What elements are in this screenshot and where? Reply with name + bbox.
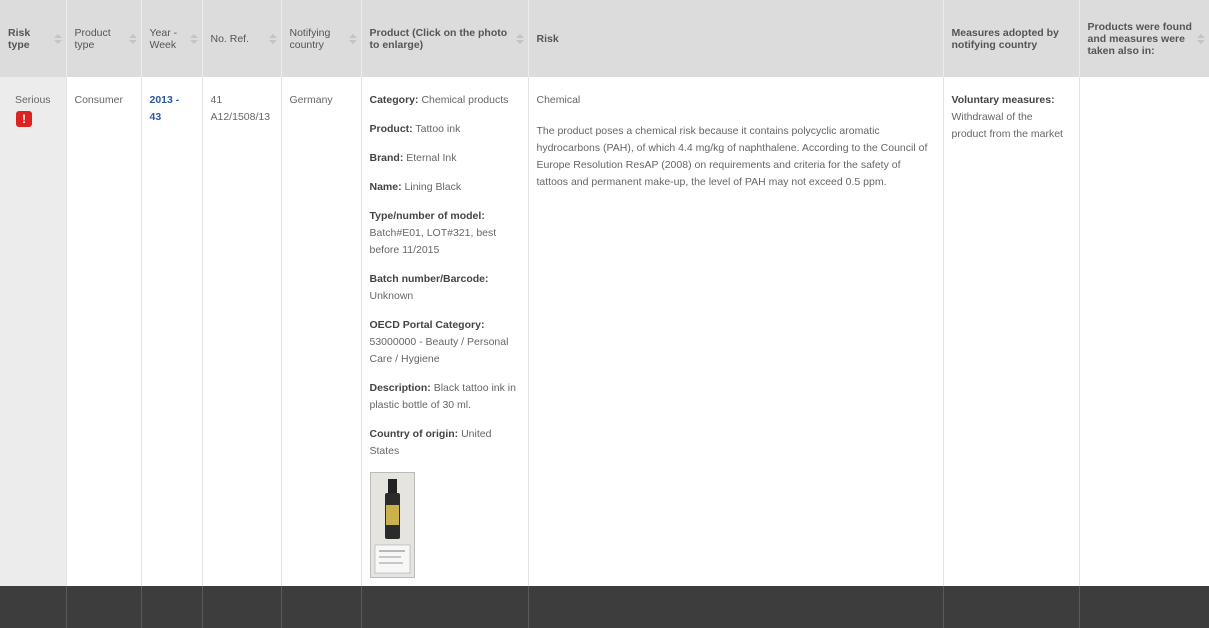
col-measures-header[interactable]: Measures adopted by notifying country	[943, 0, 1080, 77]
product-fields: Category: Chemical products Product: Tatt…	[370, 92, 520, 460]
product-field-label: Country of origin:	[369, 428, 459, 440]
cell-risk-type: Serious !	[0, 77, 67, 586]
product-field-value: Eternal Ink	[406, 152, 457, 164]
col-notifying-country-header[interactable]: Notifying country	[281, 0, 362, 77]
product-field-value: Lining Black	[404, 181, 462, 193]
ref-number: 41	[210, 94, 223, 106]
col-also-in-header[interactable]: Products were found and measures were ta…	[1079, 0, 1209, 77]
product-field-label: Brand:	[369, 152, 404, 164]
cell-notifying-country: Germany	[281, 77, 362, 586]
footer-cell	[361, 586, 529, 628]
footer-cell	[141, 586, 203, 628]
notifying-country-text: Germany	[289, 94, 333, 106]
product-field: Batch number/Barcode: Unknown	[370, 271, 520, 305]
footer-cell	[943, 586, 1080, 628]
product-field-label: Category:	[369, 94, 419, 106]
product-field-value: Chemical products	[421, 94, 509, 106]
year-week-link[interactable]: 2013 - 43	[150, 94, 180, 123]
product-field-value: Unknown	[369, 290, 414, 302]
cell-year-week: 2013 - 43	[141, 77, 203, 586]
measures-label: Voluntary measures:	[951, 94, 1055, 106]
col-product-type-header[interactable]: Product type	[66, 0, 142, 77]
risk-description: The product poses a chemical risk becaus…	[536, 125, 928, 188]
product-photo[interactable]	[369, 472, 415, 578]
footer-cell	[528, 586, 944, 628]
cell-also-in	[1079, 77, 1209, 586]
sort-icon[interactable]	[1196, 33, 1205, 44]
product-field: OECD Portal Category: 53000000 - Beauty …	[370, 317, 520, 368]
cell-risk: Chemical The product poses a chemical ri…	[528, 77, 944, 586]
cell-product-type: Consumer	[66, 77, 142, 586]
header-label: Year - Week	[149, 26, 178, 51]
header-label: Product (Click on the photo to enlarge)	[369, 26, 508, 51]
product-field: Category: Chemical products	[370, 92, 520, 109]
cell-measures: Voluntary measures: Withdrawal of the pr…	[943, 77, 1080, 586]
footer-cell	[0, 586, 67, 628]
sort-icon[interactable]	[268, 33, 277, 44]
footer-cell	[66, 586, 142, 628]
product-field-label: Description:	[369, 382, 431, 394]
product-field: Type/number of model: Batch#E01, LOT#321…	[370, 208, 520, 259]
rapex-table: Risk type Product type Year - Week No. R…	[0, 0, 1209, 628]
risk-type-text: Serious	[14, 94, 51, 106]
sort-icon[interactable]	[189, 33, 198, 44]
header-label: Notifying country	[289, 26, 331, 51]
product-field: Country of origin: United States	[370, 426, 520, 460]
product-field-value: 53000000 - Beauty / Personal Care / Hygi…	[369, 336, 509, 365]
col-risk-type-header[interactable]: Risk type	[0, 0, 67, 77]
footer-cell	[1079, 586, 1209, 628]
sort-icon[interactable]	[515, 33, 524, 44]
col-risk-header[interactable]: Risk	[528, 0, 944, 77]
sort-icon[interactable]	[53, 33, 62, 44]
table-footer-bar	[0, 586, 1209, 628]
product-field-label: Product:	[369, 123, 413, 135]
col-product-header[interactable]: Product (Click on the photo to enlarge)	[361, 0, 529, 77]
product-field: Description: Black tattoo ink in plastic…	[370, 380, 520, 414]
tattoo-ink-bottle-image	[370, 473, 414, 577]
cell-no-ref: 41 A12/1508/13	[202, 77, 282, 586]
product-field-value: Batch#E01, LOT#321, best before 11/2015	[369, 227, 497, 256]
table-row: Serious ! Consumer 2013 - 43 41 A12/1508…	[0, 77, 1209, 586]
product-field-label: Batch number/Barcode:	[369, 273, 489, 285]
ref-code: A12/1508/13	[210, 111, 271, 123]
header-row: Risk type Product type Year - Week No. R…	[0, 0, 1209, 77]
footer-cell	[281, 586, 362, 628]
header-label: Risk	[536, 32, 559, 45]
measures-text: Withdrawal of the product from the marke…	[951, 111, 1063, 140]
product-field-label: Type/number of model:	[369, 210, 485, 222]
product-field: Product: Tattoo ink	[370, 121, 520, 138]
header-label: Product type	[74, 26, 111, 51]
product-field-value: Tattoo ink	[415, 123, 461, 135]
product-field-label: Name:	[369, 181, 402, 193]
product-type-text: Consumer	[74, 94, 123, 106]
warning-exclamation-icon: !	[16, 111, 32, 127]
sort-icon[interactable]	[128, 33, 137, 44]
col-year-week-header[interactable]: Year - Week	[141, 0, 203, 77]
sort-icon[interactable]	[348, 33, 357, 44]
product-field-label: OECD Portal Category:	[369, 319, 485, 331]
risk-category: Chemical	[536, 94, 581, 106]
product-field: Name: Lining Black	[370, 179, 520, 196]
header-label: Measures adopted by notifying country	[951, 26, 1059, 51]
product-field: Brand: Eternal Ink	[370, 150, 520, 167]
header-label: No. Ref.	[210, 32, 250, 45]
header-label: Products were found and measures were ta…	[1087, 20, 1192, 57]
cell-product: Category: Chemical products Product: Tatt…	[361, 77, 529, 586]
col-no-ref-header[interactable]: No. Ref.	[202, 0, 282, 77]
header-label: Risk type	[8, 26, 31, 51]
footer-cell	[202, 586, 282, 628]
